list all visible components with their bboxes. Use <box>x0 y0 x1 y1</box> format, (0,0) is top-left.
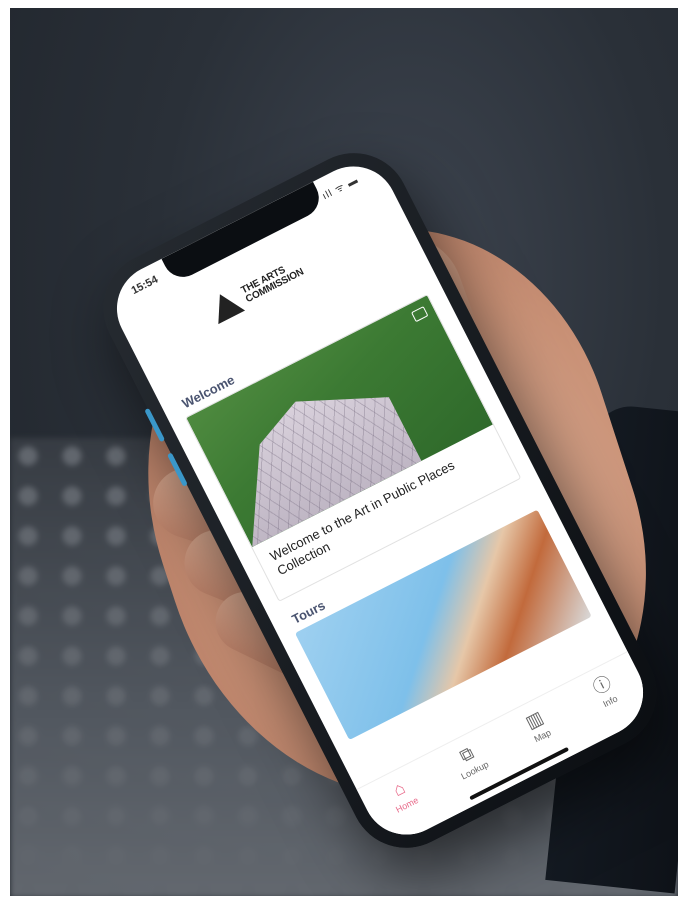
lookup-icon: ⧉ <box>456 742 477 767</box>
status-time: 15:54 <box>129 273 161 298</box>
photo-background: 15:54 ıll ᯤ ▬ THE ARTS COMMISSION Welcom… <box>10 8 678 896</box>
tab-home[interactable]: ⌂ Home <box>368 766 436 823</box>
house-icon: ⌂ <box>389 777 409 801</box>
tab-lookup[interactable]: ⧉ Lookup <box>435 732 503 789</box>
tab-map[interactable]: ▥ Map <box>503 697 571 754</box>
logo-mark-icon <box>206 287 246 325</box>
status-icons: ıll ᯤ ▬ <box>320 174 361 203</box>
arts-commission-logo: THE ARTS COMMISSION <box>206 256 308 325</box>
tab-info-label: Info <box>601 693 620 710</box>
tab-info[interactable]: ⓘ Info <box>571 663 639 720</box>
gallery-icon <box>410 306 429 323</box>
